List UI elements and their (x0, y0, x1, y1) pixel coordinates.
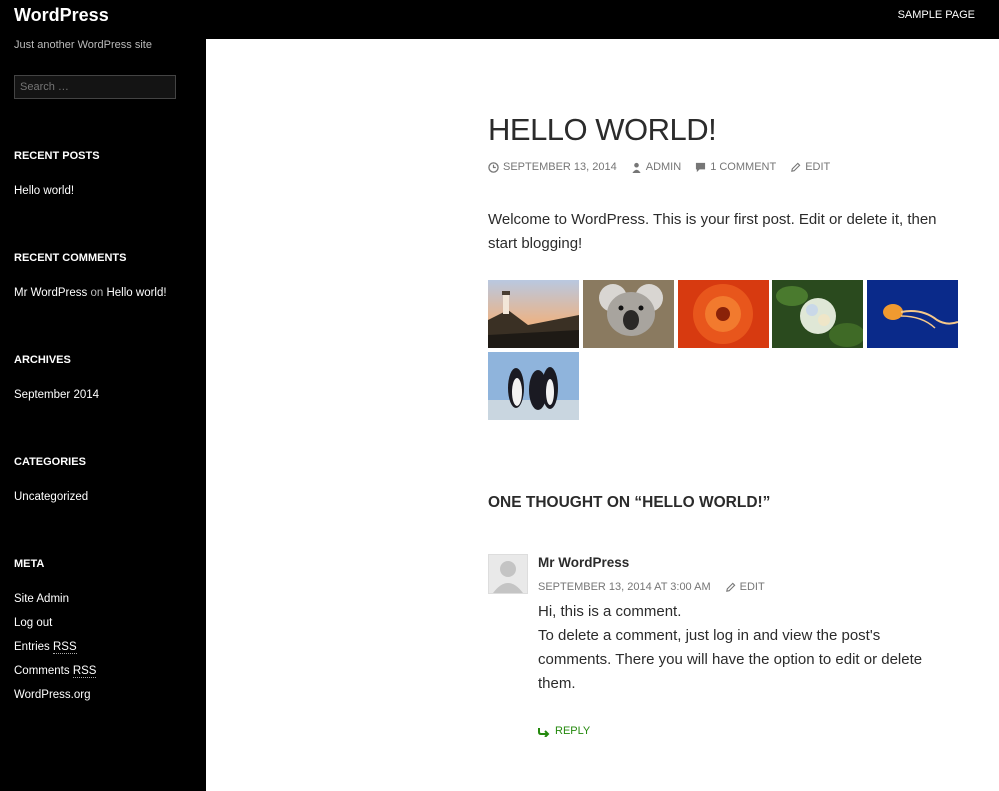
comment-edit-link[interactable]: EDIT (725, 581, 765, 593)
meta-comments-rss[interactable]: Comments RSS (14, 665, 97, 678)
reply-arrow-icon (538, 727, 550, 737)
comment-edit-text: EDIT (739, 581, 765, 593)
post-excerpt: Welcome to WordPress. This is your first… (488, 211, 937, 252)
comments-title: ONE THOUGHT ON “HELLO WORLD!” (488, 494, 771, 511)
recent-comment-item: Mr WordPress on Hello world! (14, 287, 167, 299)
site-header: WordPress SAMPLE PAGE (0, 0, 999, 39)
recent-comment-author[interactable]: Mr WordPress (14, 287, 87, 299)
meta-wordpress-org[interactable]: WordPress.org (14, 689, 90, 701)
chrysanthemum-image[interactable] (678, 280, 769, 348)
hydrangeas-image[interactable] (772, 280, 863, 348)
category-link[interactable]: Uncategorized (14, 491, 88, 503)
comment-line-2: To delete a comment, just log in and vie… (538, 627, 923, 692)
comments-label: Comments (14, 665, 70, 677)
koala-image[interactable] (583, 280, 674, 348)
post-author-text: ADMIN (645, 161, 682, 173)
recent-comment-post[interactable]: Hello world! (106, 287, 166, 299)
archives-title: ARCHIVES (14, 354, 71, 366)
nav-sample-page[interactable]: SAMPLE PAGE (898, 9, 975, 21)
meta-log-out[interactable]: Log out (14, 617, 52, 629)
post-edit-text: EDIT (805, 161, 831, 173)
meta-site-admin[interactable]: Site Admin (14, 593, 69, 605)
penguins-image[interactable] (488, 352, 579, 420)
reply-text: REPLY (555, 725, 591, 737)
lighthouse-image[interactable] (488, 280, 579, 348)
rss-abbr: RSS (53, 641, 77, 654)
archive-link[interactable]: September 2014 (14, 389, 99, 401)
post-date[interactable]: SEPTEMBER 13, 2014 (488, 161, 617, 173)
meta-title: META (14, 558, 45, 570)
recent-comment-on: on (90, 287, 104, 299)
search-input[interactable] (14, 75, 176, 99)
clock-icon (488, 161, 499, 173)
comment-author[interactable]: Mr WordPress (538, 555, 629, 570)
pencil-icon (791, 162, 801, 172)
recent-comments-title: RECENT COMMENTS (14, 252, 127, 264)
comment-bubble-icon (696, 162, 706, 172)
categories-title: CATEGORIES (14, 456, 86, 468)
post-comments-link[interactable]: 1 COMMENT (695, 161, 776, 173)
post-meta: SEPTEMBER 13, 2014 ADMIN 1 COMMENT EDIT (488, 161, 830, 173)
post-comments-text: 1 COMMENT (710, 161, 777, 173)
entries-label: Entries (14, 641, 50, 653)
comment-line-1: Hi, this is a comment. (538, 603, 682, 620)
avatar[interactable] (488, 554, 528, 594)
site-title[interactable]: WordPress (14, 5, 109, 26)
meta-entries-rss[interactable]: Entries RSS (14, 641, 77, 654)
post-title: HELLO WORLD! (488, 112, 717, 147)
default-avatar-icon (489, 555, 527, 593)
pencil-icon (725, 582, 736, 592)
post-edit-link[interactable]: EDIT (790, 161, 830, 173)
comment-date[interactable]: SEPTEMBER 13, 2014 AT 3:00 AM (538, 581, 711, 593)
recent-posts-title: RECENT POSTS (14, 150, 100, 162)
jellyfish-image[interactable] (867, 280, 958, 348)
comment-meta: SEPTEMBER 13, 2014 AT 3:00 AM EDIT (538, 581, 765, 593)
rss-abbr: RSS (72, 665, 97, 678)
reply-link[interactable]: REPLY (538, 725, 590, 737)
sidebar: Just another WordPress site RECENT POSTS… (0, 39, 206, 791)
post-author[interactable]: ADMIN (631, 161, 681, 173)
user-icon (632, 162, 641, 173)
post-date-text: SEPTEMBER 13, 2014 (503, 161, 617, 173)
comment-body: Hi, this is a comment. To delete a comme… (538, 600, 948, 696)
recent-post-link[interactable]: Hello world! (14, 185, 74, 197)
site-tagline: Just another WordPress site (14, 39, 152, 51)
